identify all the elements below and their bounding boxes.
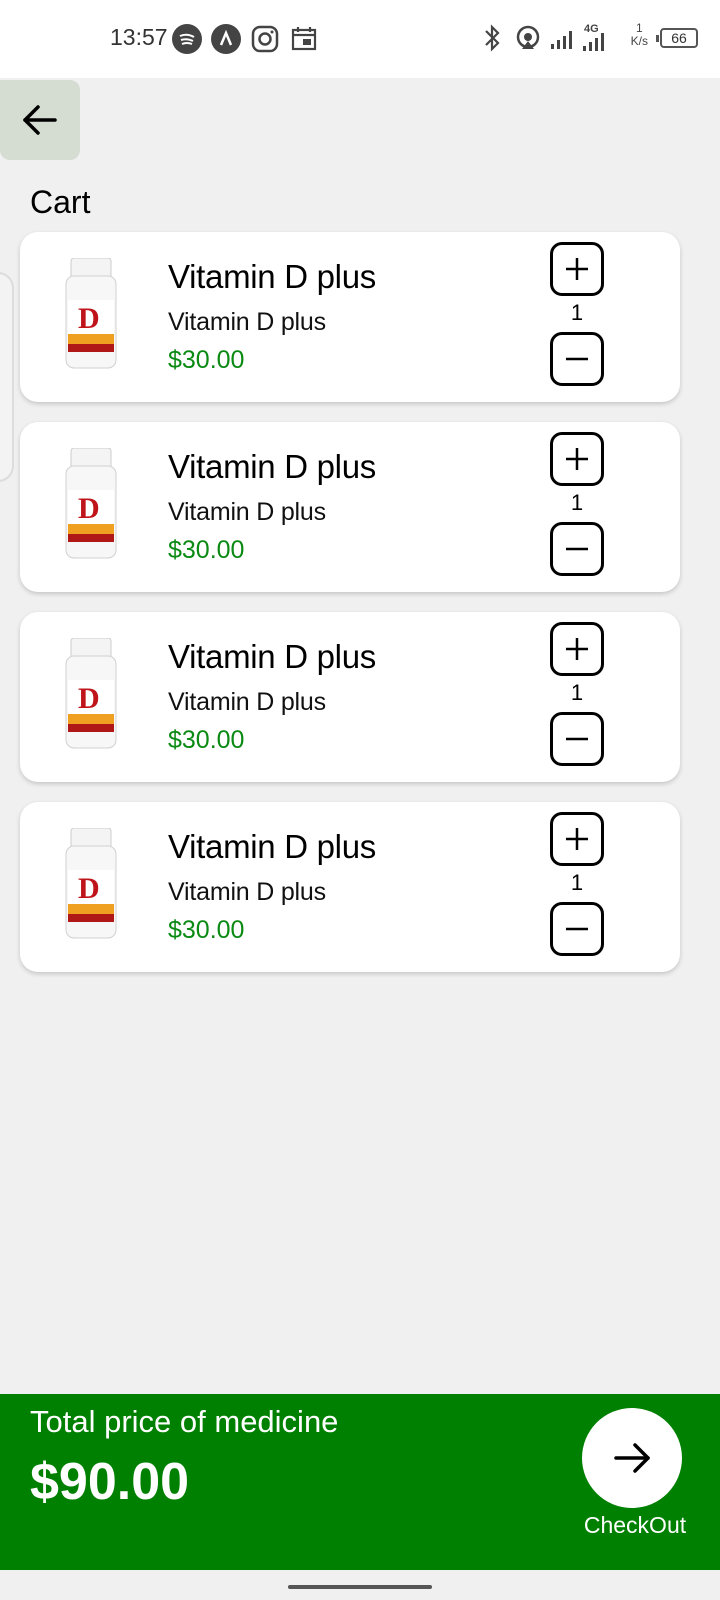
minus-icon xyxy=(566,357,588,361)
hotspot-icon xyxy=(513,22,543,59)
minus-icon xyxy=(566,737,588,741)
battery-indicator: 66 xyxy=(656,28,698,48)
increase-quantity-button[interactable] xyxy=(550,812,604,866)
bluetooth-icon xyxy=(480,22,504,59)
product-image: D xyxy=(65,638,117,749)
item-subtitle: Vitamin D plus xyxy=(168,688,326,716)
quantity-value: 1 xyxy=(570,490,584,515)
increase-quantity-button[interactable] xyxy=(550,622,604,676)
quantity-value: 1 xyxy=(570,680,584,705)
item-name: Vitamin D plus xyxy=(168,638,376,675)
net-speed-unit: K/s xyxy=(630,34,648,48)
plus-icon xyxy=(566,828,588,850)
cart-item[interactable]: D Vitamin D plus Vitamin D plus $30.00 1 xyxy=(20,422,680,592)
svg-text:D: D xyxy=(78,682,100,715)
item-price: $30.00 xyxy=(168,346,245,374)
item-subtitle: Vitamin D plus xyxy=(168,308,326,336)
item-price: $30.00 xyxy=(168,536,245,564)
svg-text:D: D xyxy=(78,492,100,525)
cart-item[interactable]: D Vitamin D plus Vitamin D plus $30.00 1 xyxy=(20,232,680,402)
drawer-edge xyxy=(0,272,14,482)
item-subtitle: Vitamin D plus xyxy=(168,878,326,906)
net-speed: 1 K/s xyxy=(631,22,648,48)
item-name: Vitamin D plus xyxy=(168,828,376,865)
checkout-label[interactable]: CheckOut xyxy=(560,1512,710,1539)
decrease-quantity-button[interactable] xyxy=(550,522,604,576)
decrease-quantity-button[interactable] xyxy=(550,332,604,386)
minus-icon xyxy=(566,927,588,931)
increase-quantity-button[interactable] xyxy=(550,242,604,296)
net-speed-value: 1 xyxy=(635,21,643,35)
product-image: D xyxy=(65,258,117,369)
svg-text:D: D xyxy=(78,872,100,905)
product-image: D xyxy=(65,828,117,939)
signal-4g-icon: 4G xyxy=(580,22,612,61)
quantity-value: 1 xyxy=(570,300,584,325)
item-price: $30.00 xyxy=(168,916,245,944)
plus-icon xyxy=(566,258,588,280)
item-subtitle: Vitamin D plus xyxy=(168,498,326,526)
app-icon xyxy=(211,24,241,54)
total-label: Total price of medicine xyxy=(30,1404,339,1439)
arrow-right-icon xyxy=(614,1443,650,1473)
total-bar: Total price of medicine $90.00 CheckOut xyxy=(0,1394,720,1570)
cart-item[interactable]: D Vitamin D plus Vitamin D plus $30.00 1 xyxy=(20,802,680,972)
item-name: Vitamin D plus xyxy=(168,258,376,295)
calendar-icon xyxy=(289,24,319,54)
status-time: 13:57 xyxy=(110,24,168,50)
cart-list: D Vitamin D plus Vitamin D plus $30.00 1… xyxy=(20,232,680,992)
product-image: D xyxy=(65,448,117,559)
decrease-quantity-button[interactable] xyxy=(550,712,604,766)
back-button[interactable] xyxy=(0,80,80,160)
plus-icon xyxy=(566,638,588,660)
signal-icon xyxy=(548,22,578,59)
decrease-quantity-button[interactable] xyxy=(550,902,604,956)
minus-icon xyxy=(566,547,588,551)
page-title: Cart xyxy=(30,184,91,220)
spotify-icon xyxy=(172,24,202,54)
cart-item[interactable]: D Vitamin D plus Vitamin D plus $30.00 1 xyxy=(20,612,680,782)
svg-text:D: D xyxy=(78,302,100,335)
increase-quantity-button[interactable] xyxy=(550,432,604,486)
item-price: $30.00 xyxy=(168,726,245,754)
checkout-button[interactable] xyxy=(582,1408,682,1508)
total-value: $90.00 xyxy=(30,1453,190,1511)
home-indicator[interactable] xyxy=(288,1585,432,1589)
arrow-left-icon xyxy=(23,105,57,135)
instagram-icon xyxy=(250,24,280,54)
network-type-label: 4G xyxy=(584,23,599,35)
status-bar: 13:57 4G 1 K/s 66 xyxy=(0,0,720,78)
quantity-value: 1 xyxy=(570,870,584,895)
plus-icon xyxy=(566,448,588,470)
item-name: Vitamin D plus xyxy=(168,448,376,485)
